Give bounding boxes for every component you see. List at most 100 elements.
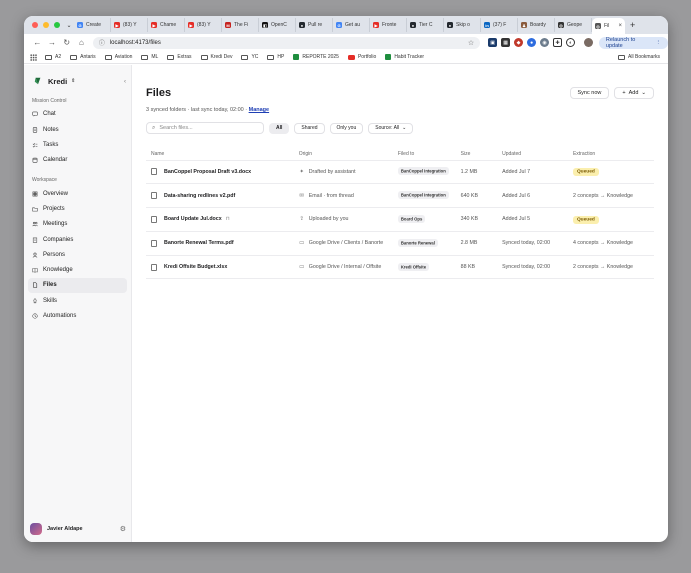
bookmark-item[interactable]: Aviation — [104, 54, 132, 60]
tab[interactable]: ● Skip o — [444, 18, 481, 32]
home-icon[interactable]: ⌂ — [74, 38, 89, 47]
table-row[interactable]: BanCoppel Proposal Draft v3.docx ✦ Drafted… — [146, 160, 654, 185]
filter-chip-only-you[interactable]: Only you — [329, 122, 364, 134]
file-name[interactable]: Kredi Offsite Budget.xlsx — [151, 263, 294, 271]
extension-icon[interactable]: ● — [527, 38, 537, 47]
extension-icon[interactable]: ◆ — [514, 38, 524, 47]
bookmark-star-icon[interactable]: ☆ — [468, 39, 474, 47]
tab[interactable]: ● Pull re — [296, 18, 333, 32]
filter-chip-shared[interactable]: Shared — [294, 122, 325, 134]
address-bar[interactable]: ⓘ localhost:4173/files ☆ — [92, 36, 481, 49]
tab[interactable]: ▶ Chame — [148, 18, 185, 32]
extension-icon[interactable]: ▦ — [501, 38, 511, 47]
bookmark-item[interactable]: Antaris — [70, 54, 96, 60]
add-button[interactable]: + Add ⌄ — [614, 87, 654, 99]
site-info-icon[interactable]: ⓘ — [99, 38, 105, 47]
collapse-sidebar-icon[interactable]: ‹ — [124, 79, 132, 85]
filter-chip-all[interactable]: All — [269, 122, 290, 134]
extraction-text[interactable]: 2 concepts → Knowledge — [573, 264, 633, 270]
tab[interactable]: G Get au — [333, 18, 370, 32]
filed-to-tag[interactable]: Kredi Offsite — [397, 262, 430, 271]
new-tab-button[interactable]: + — [630, 20, 635, 30]
tab-active[interactable]: ◎ Fil × — [592, 18, 625, 34]
column-header[interactable]: Size — [455, 148, 498, 161]
column-header[interactable]: Name — [146, 148, 294, 161]
file-name[interactable]: Banorte Renewal Terms.pdf — [151, 239, 294, 247]
source-filter-dropdown[interactable]: Source: All ⌄ — [368, 122, 414, 134]
all-bookmarks-button[interactable]: All Bookmarks — [618, 54, 660, 60]
extraction-text[interactable]: 4 concepts → Knowledge — [573, 240, 633, 246]
sidebar-item-tasks[interactable]: Tasks — [28, 138, 127, 153]
filed-to-tag[interactable]: Banorte Renewal — [397, 238, 438, 247]
relaunch-button[interactable]: Relaunch to update ⋮ — [598, 36, 668, 49]
bookmark-item[interactable]: Extras — [167, 54, 192, 60]
file-name[interactable]: Board Update Jul.docx ⊓ — [151, 215, 294, 223]
back-icon[interactable]: ← — [30, 38, 45, 47]
sidebar-item-meetings[interactable]: Meetings — [28, 217, 127, 232]
gear-icon[interactable]: ⚙ — [120, 525, 126, 533]
manage-link[interactable]: Manage — [249, 107, 269, 113]
search-input[interactable]: ⌕ Search files... — [146, 122, 264, 134]
column-header[interactable]: Filed to — [392, 148, 456, 161]
bookmark-item[interactable]: Kredi Dev — [200, 54, 232, 60]
tab[interactable]: in (37) F — [481, 18, 518, 32]
column-header[interactable]: Extraction — [567, 148, 654, 161]
extension-icon[interactable]: ▣ — [488, 38, 498, 47]
user-menu[interactable]: Javier Aldape ⚙ — [30, 522, 126, 536]
bookmark-item[interactable]: REPORTE 2025 — [293, 54, 339, 60]
filed-to-tag[interactable]: BanCoppel Integration — [397, 191, 449, 200]
sidebar-item-companies[interactable]: Companies — [28, 232, 127, 247]
tab[interactable]: ▶ (83) Y — [111, 18, 148, 32]
sidebar-item-automations[interactable]: Automations — [28, 309, 127, 324]
tab[interactable]: M The Fi — [222, 18, 259, 32]
tab[interactable]: G Create — [74, 18, 111, 32]
apps-grid-icon[interactable] — [30, 53, 37, 61]
maximize-window-button[interactable] — [54, 22, 60, 28]
filed-to-tag[interactable]: Board Ops — [397, 214, 426, 223]
bookmark-item[interactable]: HP — [267, 54, 284, 60]
tab[interactable]: ◧ OpenC — [259, 18, 296, 32]
bookmark-item[interactable]: Portfolio — [347, 54, 376, 60]
sidebar-item-overview[interactable]: Overview — [28, 186, 127, 201]
close-tab-icon[interactable]: × — [618, 23, 622, 29]
extension-icon[interactable]: ◉ — [540, 38, 550, 47]
sidebar-item-calendar[interactable]: Calendar — [28, 153, 127, 168]
sidebar-item-projects[interactable]: Projects — [28, 202, 127, 217]
workspace-switcher[interactable]: Kredi ⇕ — [28, 74, 127, 88]
tab-search-chevron-icon[interactable]: ⌄ — [64, 22, 74, 29]
forward-icon[interactable]: → — [45, 38, 60, 47]
table-row[interactable]: Kredi Offsite Budget.xlsx ▭ Google Drive /… — [146, 255, 654, 280]
column-header[interactable]: Origin — [293, 148, 393, 161]
bookmark-item[interactable]: YC — [241, 54, 258, 60]
bookmark-item[interactable]: A2 — [45, 54, 61, 60]
minimize-window-button[interactable] — [43, 22, 49, 28]
table-row[interactable]: Board Update Jul.docx ⊓ ⇪ Uploaded by you Bo… — [146, 207, 654, 232]
tab[interactable]: ▶ Fronte — [370, 18, 407, 32]
column-header[interactable]: Updated — [497, 148, 568, 161]
tab[interactable]: ◎ Geope — [555, 18, 592, 32]
sidebar-item-label: Automations — [43, 313, 77, 320]
bookmark-item[interactable]: ML — [141, 54, 158, 60]
tab[interactable]: ▶ (83) Y — [185, 18, 222, 32]
reload-icon[interactable]: ↻ — [59, 38, 74, 47]
profile-avatar[interactable] — [584, 38, 593, 47]
tab[interactable]: ● Tier C — [407, 18, 444, 32]
bookmark-item[interactable]: Habit Tracker — [385, 54, 424, 60]
extraction-text[interactable]: 2 concepts → Knowledge — [573, 193, 633, 199]
table-row[interactable]: Banorte Renewal Terms.pdf ▭ Google Drive /… — [146, 231, 654, 256]
puzzle-icon[interactable]: ✚ — [553, 38, 563, 47]
table-row[interactable]: Data-sharing redlines v2.pdf ✉ Email · fro… — [146, 183, 654, 209]
file-name[interactable]: Data-sharing redlines v2.pdf — [151, 192, 294, 200]
sidebar-item-notes[interactable]: Notes — [28, 122, 127, 137]
sidepanel-icon[interactable]: ◐ — [566, 38, 576, 47]
sidebar-item-skills[interactable]: Skills — [28, 293, 127, 308]
file-name[interactable]: BanCoppel Proposal Draft v3.docx — [151, 168, 294, 176]
close-window-button[interactable] — [32, 22, 38, 28]
sidebar-item-persons[interactable]: Persons — [28, 248, 127, 263]
filed-to-tag[interactable]: BanCoppel Integration — [397, 167, 449, 176]
tab[interactable]: ♟ Boardy — [518, 18, 555, 32]
sidebar-item-files[interactable]: Files — [28, 278, 127, 293]
sidebar-item-chat[interactable]: Chat — [28, 107, 127, 122]
sidebar-item-knowledge[interactable]: Knowledge — [28, 263, 127, 278]
sync-now-button[interactable]: Sync now — [569, 87, 610, 99]
